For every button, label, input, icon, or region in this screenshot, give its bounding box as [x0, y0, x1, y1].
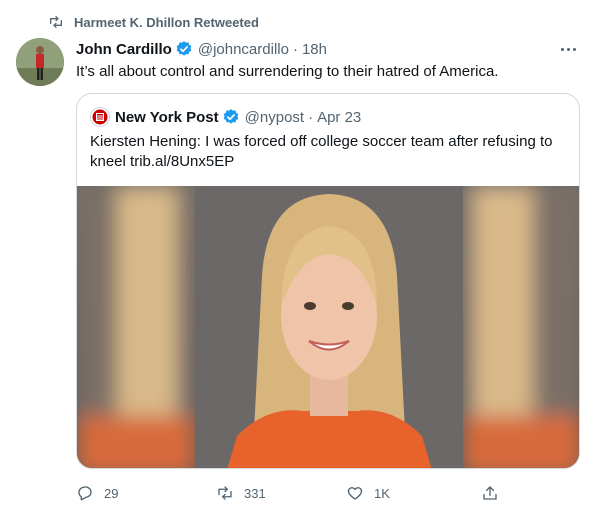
heart-icon — [347, 487, 363, 500]
avatar[interactable] — [16, 38, 64, 86]
tweet-actions: 29 331 1K — [76, 482, 516, 504]
nypost-logo-icon — [90, 107, 110, 127]
author-name[interactable]: John Cardillo — [76, 41, 172, 58]
reply-button[interactable]: 29 — [76, 482, 118, 504]
retweet-icon — [218, 486, 232, 500]
retweet-count: 331 — [244, 485, 266, 501]
tweet-time[interactable]: 18h — [302, 41, 327, 58]
like-button[interactable]: 1K — [346, 482, 390, 504]
quote-time[interactable]: Apr 23 — [317, 109, 361, 126]
retweet-header: Harmeet K. Dhillon Retweeted — [48, 12, 259, 32]
quoted-tweet[interactable]: New York Post @nypost · Apr 23 Kiersten … — [76, 93, 580, 469]
verified-badge-icon — [176, 41, 192, 56]
quote-header: New York Post @nypost · Apr 23 — [90, 107, 361, 127]
share-icon — [483, 486, 497, 500]
like-count: 1K — [374, 485, 390, 501]
retweet-label[interactable]: Harmeet K. Dhillon Retweeted — [74, 15, 259, 30]
author-handle[interactable]: @johncardillo — [198, 41, 289, 58]
reply-icon — [78, 486, 92, 501]
more-options-icon[interactable] — [556, 42, 580, 56]
retweet-icon — [50, 16, 62, 28]
share-button[interactable] — [481, 482, 499, 504]
quote-author-handle[interactable]: @nypost — [245, 109, 304, 126]
verified-badge-icon — [223, 109, 238, 124]
reply-count: 29 — [104, 485, 119, 501]
quote-text: Kiersten Hening: I was forced off colleg… — [90, 133, 553, 170]
quote-photo[interactable] — [77, 186, 580, 469]
quote-author-name[interactable]: New York Post — [115, 109, 219, 126]
separator-dot: · — [292, 40, 298, 58]
retweet-button[interactable]: 331 — [216, 482, 266, 504]
tweet-header: John Cardillo @johncardillo · 18h — [76, 38, 582, 60]
separator-dot: · — [308, 108, 314, 126]
tweet-text: It’s all about control and surrendering … — [76, 63, 499, 80]
